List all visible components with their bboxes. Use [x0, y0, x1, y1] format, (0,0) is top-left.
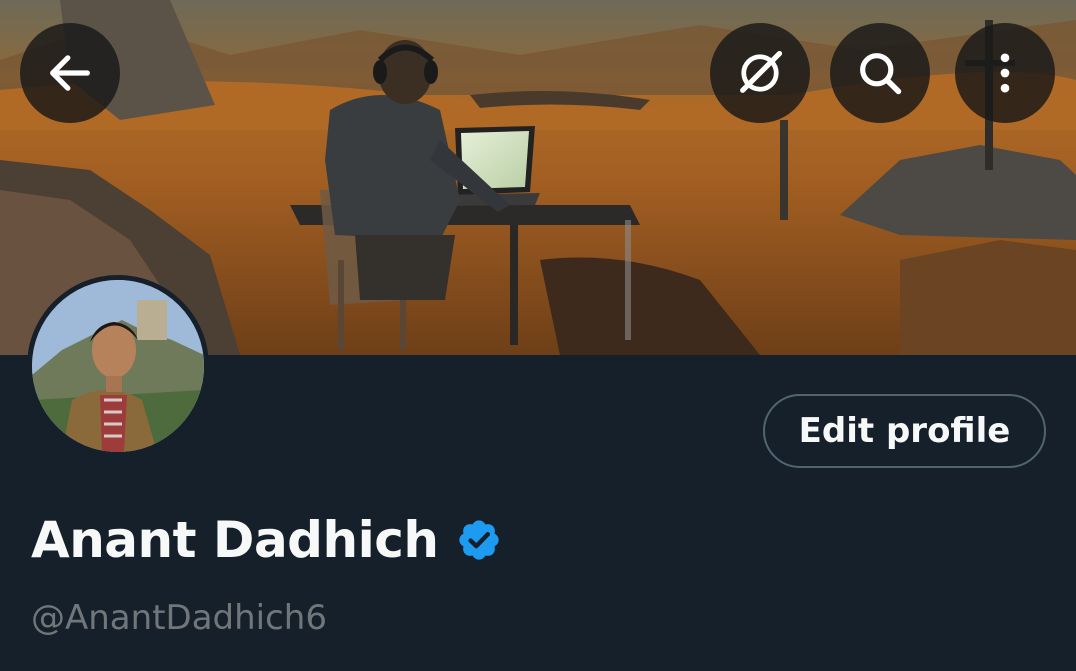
back-button[interactable] [20, 23, 120, 123]
edit-profile-button[interactable]: Edit profile [763, 394, 1046, 468]
display-name: Anant Dadhich [31, 511, 439, 569]
arrow-left-icon [50, 55, 90, 91]
avatar[interactable] [32, 280, 204, 452]
grok-icon [740, 50, 783, 93]
more-options-button[interactable] [955, 23, 1055, 123]
user-handle: @AnantDadhich6 [31, 598, 327, 638]
avatar-photo [32, 280, 204, 452]
search-button[interactable] [830, 23, 930, 123]
profile-name-row: Anant Dadhich [31, 505, 502, 575]
avatar-container[interactable] [27, 275, 209, 457]
search-icon [860, 53, 902, 95]
verified-badge-icon[interactable] [456, 517, 502, 563]
grok-button[interactable] [710, 23, 810, 123]
more-vertical-icon [1000, 53, 1010, 93]
